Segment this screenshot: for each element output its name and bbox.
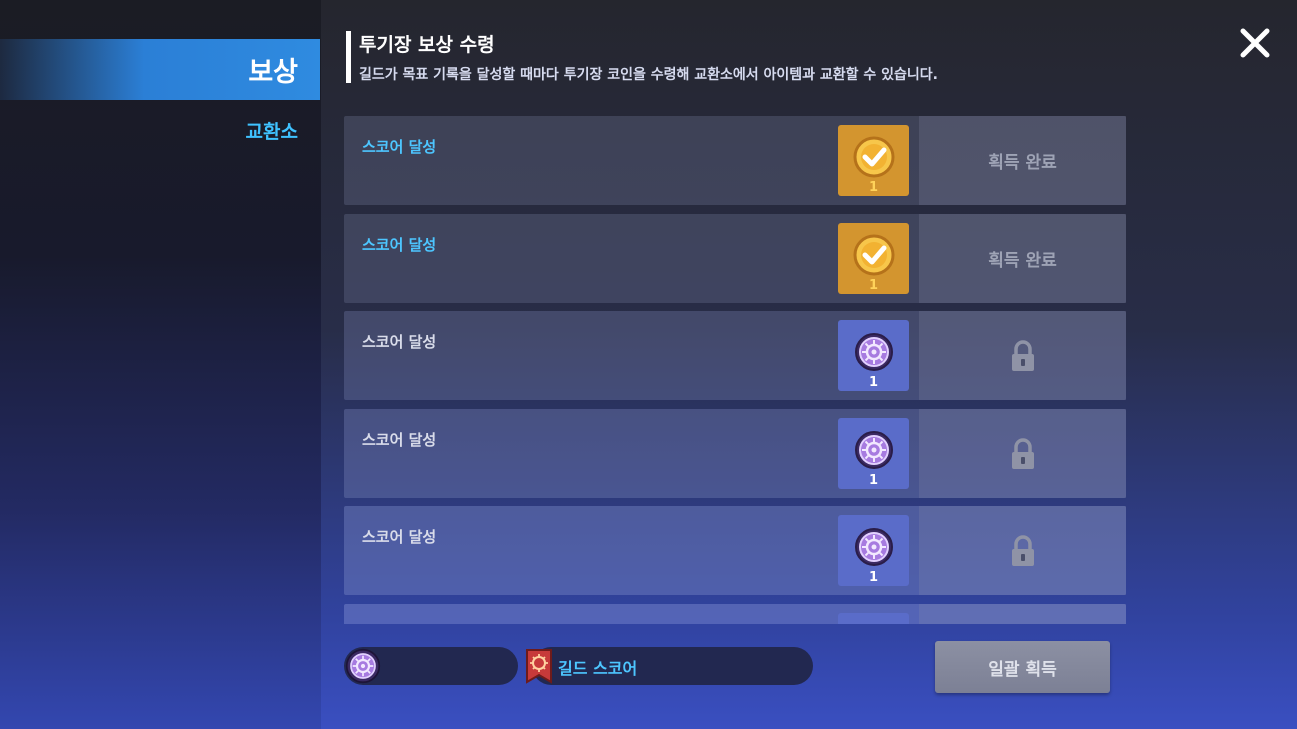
page-subtitle: 길드가 목표 기록을 달성할 때마다 투기장 코인을 수령해 교환소에서 아이템… — [359, 67, 939, 83]
reward-row: 스코어 달성 1 — [344, 311, 1126, 400]
reward-status: 획득 완료 — [919, 116, 1126, 205]
reward-item-slot[interactable]: 1 — [838, 125, 909, 196]
lock-icon — [1011, 534, 1034, 566]
item-count: 1 — [868, 180, 879, 195]
reward-row: 스코어 달성 1 획득 완료 — [344, 214, 1126, 303]
reward-status — [919, 311, 1126, 400]
reward-label: 스코어 달성 — [362, 138, 437, 156]
reward-list[interactable]: 스코어 달성 1 획득 완료 스코어 달성 1 획득 완료 스코어 달성 1 스… — [344, 116, 1126, 624]
arena-coin-icon — [854, 332, 893, 371]
close-icon — [1240, 28, 1270, 58]
reward-item-slot[interactable]: 1 — [838, 320, 909, 391]
reward-row-partial — [344, 604, 1126, 624]
reward-row: 스코어 달성 1 — [344, 409, 1126, 498]
sidebar: 보상 교환소 — [0, 0, 321, 729]
reward-status: 획득 완료 — [919, 214, 1126, 303]
reward-label: 스코어 달성 — [362, 236, 437, 254]
reward-status — [919, 506, 1126, 595]
title-accent-bar — [346, 31, 351, 83]
tab-rewards-label: 보상 — [248, 57, 298, 88]
tab-rewards[interactable]: 보상 — [0, 39, 320, 100]
guild-score-label: 길드 스코어 — [558, 659, 638, 678]
reward-row: 스코어 달성 1 획득 완료 — [344, 116, 1126, 205]
tab-exchange-label: 교환소 — [245, 120, 298, 143]
item-count: 1 — [868, 473, 879, 488]
reward-label: 스코어 달성 — [362, 528, 437, 546]
reward-item-slot[interactable]: 1 — [838, 515, 909, 586]
item-count: 1 — [868, 375, 879, 390]
item-count: 1 — [868, 278, 879, 293]
check-coin-icon — [853, 234, 894, 275]
claim-all-button[interactable]: 일괄 획득 — [935, 641, 1110, 693]
check-coin-icon — [853, 136, 894, 177]
claimed-label: 획득 완료 — [988, 153, 1057, 173]
claim-all-label: 일괄 획득 — [988, 659, 1057, 680]
reward-status — [919, 604, 1126, 624]
arena-coin-icon — [345, 648, 381, 684]
lock-icon — [1011, 437, 1034, 469]
reward-item-slot[interactable]: 1 — [838, 223, 909, 294]
arena-coin-icon — [854, 527, 893, 566]
arena-coin-icon — [854, 430, 893, 469]
reward-row: 스코어 달성 1 — [344, 506, 1126, 595]
reward-item-slot[interactable]: 1 — [838, 418, 909, 489]
reward-status — [919, 409, 1126, 498]
reward-label: 스코어 달성 — [362, 431, 437, 449]
guild-banner-icon — [524, 648, 554, 686]
page-title: 투기장 보상 수령 — [359, 34, 495, 56]
reward-label: 스코어 달성 — [362, 333, 437, 351]
claimed-label: 획득 완료 — [988, 251, 1057, 271]
close-button[interactable] — [1232, 20, 1278, 66]
reward-item-slot[interactable] — [838, 613, 909, 624]
tab-exchange[interactable]: 교환소 — [0, 112, 320, 148]
lock-icon — [1011, 339, 1034, 371]
item-count: 1 — [868, 570, 879, 585]
